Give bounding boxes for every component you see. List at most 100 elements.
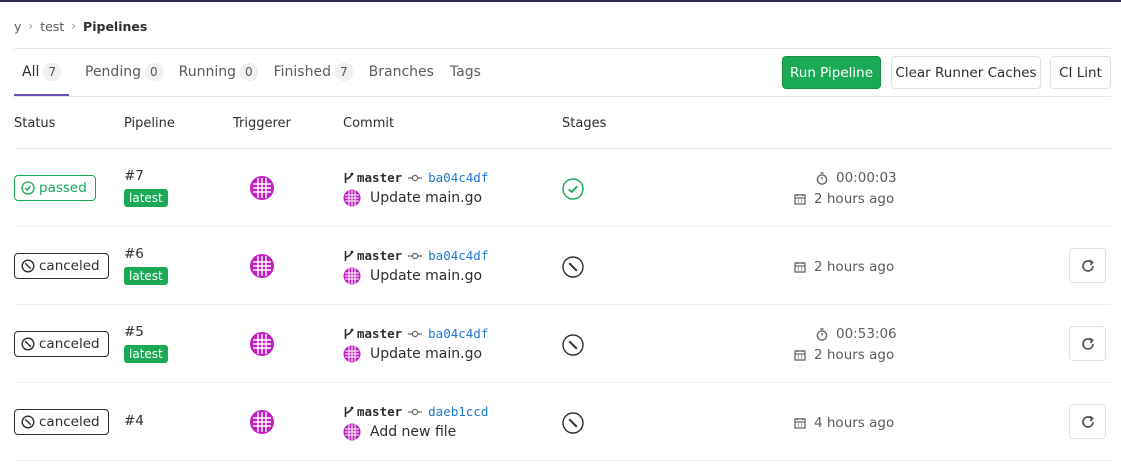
tab-branches[interactable]: Branches [369, 49, 434, 95]
branch-name[interactable]: master [357, 170, 402, 185]
finished-time: 2 hours ago [794, 259, 894, 275]
duration-value: 00:53:06 [836, 326, 897, 342]
tab-pending-count: 0 [144, 63, 163, 81]
calendar-icon [794, 194, 806, 205]
retry-button[interactable] [1069, 248, 1106, 283]
commit-ref: master daeb1ccd [343, 404, 488, 419]
retry-icon [1081, 336, 1094, 350]
cancel-icon [21, 337, 35, 351]
breadcrumb-item-group[interactable]: y [14, 19, 21, 34]
commit-message: Update main.go [343, 267, 482, 285]
stage-canceled-icon[interactable] [562, 334, 584, 356]
commit-title-link[interactable]: Update main.go [370, 268, 482, 284]
pipeline-id-link[interactable]: #4 [124, 413, 144, 429]
latest-badge: latest [124, 345, 168, 363]
run-pipeline-button[interactable]: Run Pipeline [782, 56, 881, 89]
commit-sha-link[interactable]: ba04c4df [428, 170, 488, 185]
tab-finished-count: 7 [334, 63, 353, 81]
finished-time-value: 2 hours ago [814, 259, 895, 275]
cancel-icon [21, 259, 35, 273]
duration-value: 00:00:03 [836, 170, 897, 186]
triggerer-avatar[interactable] [249, 409, 275, 435]
commit-message: Update main.go [343, 345, 482, 363]
calendar-icon [794, 262, 806, 273]
commit-title-link[interactable]: Update main.go [370, 346, 482, 362]
commit-icon [408, 330, 423, 337]
commit-author-avatar[interactable] [343, 189, 361, 207]
pipeline-id-link[interactable]: #5 [124, 324, 144, 340]
ci-lint-button[interactable]: CI Lint [1050, 56, 1111, 89]
tab-tags-label: Tags [449, 64, 481, 80]
column-header-commit: Commit [343, 116, 395, 131]
column-header-stages: Stages [562, 116, 607, 131]
commit-sha-link[interactable]: ba04c4df [428, 248, 488, 263]
commit-message: Add new file [343, 423, 456, 441]
commit-title-link[interactable]: Add new file [370, 424, 456, 440]
latest-badge: latest [124, 267, 168, 285]
column-header-pipeline: Pipeline [124, 116, 175, 131]
pipeline-id-link[interactable]: #6 [124, 246, 144, 262]
tab-running[interactable]: Running 0 [179, 49, 258, 95]
status-badge-passed[interactable]: passed [14, 175, 96, 201]
tab-all[interactable]: All 7 [14, 49, 69, 96]
tab-running-count: 0 [239, 63, 258, 81]
branch-icon [344, 328, 354, 339]
row-divider [14, 460, 1111, 461]
status-label: canceled [39, 414, 100, 430]
commit-author-avatar[interactable] [343, 423, 361, 441]
commit-author-avatar[interactable] [343, 267, 361, 285]
commit-sha-link[interactable]: daeb1ccd [428, 404, 488, 419]
branch-name[interactable]: master [357, 326, 402, 341]
column-header-status: Status [14, 116, 56, 131]
finished-time-value: 2 hours ago [814, 347, 895, 363]
finished-time: 2 hours ago [794, 347, 894, 363]
calendar-icon [794, 418, 806, 429]
tab-all-label: All [22, 64, 40, 80]
branch-name[interactable]: master [357, 248, 402, 263]
clear-runner-caches-button[interactable]: Clear Runner Caches [891, 56, 1041, 89]
commit-sha-link[interactable]: ba04c4df [428, 326, 488, 341]
commit-icon [408, 174, 423, 181]
timer-icon [816, 171, 828, 185]
pipeline-id-link[interactable]: #7 [124, 168, 144, 184]
check-circle-icon [21, 181, 35, 195]
tab-tags[interactable]: Tags [450, 49, 481, 95]
triggerer-avatar[interactable] [249, 175, 275, 201]
tab-pending[interactable]: Pending 0 [85, 49, 163, 95]
tab-finished[interactable]: Finished 7 [274, 49, 353, 95]
duration: 00:00:03 [816, 170, 897, 186]
pipeline-row: passed #7 latest master ba04c4df Update … [14, 149, 1111, 227]
branch-icon [344, 250, 354, 261]
breadcrumb-current[interactable]: Pipelines [83, 19, 147, 34]
status-label: canceled [39, 336, 100, 352]
pipeline-row: canceled #4 master daeb1ccd Add new file… [14, 383, 1111, 461]
status-badge-canceled[interactable]: canceled [14, 331, 109, 357]
commit-title-link[interactable]: Update main.go [370, 190, 482, 206]
latest-badge: latest [124, 189, 168, 207]
tab-pending-label: Pending [85, 64, 141, 80]
commit-ref: master ba04c4df [343, 170, 488, 185]
stage-canceled-icon[interactable] [562, 256, 584, 278]
status-badge-canceled[interactable]: canceled [14, 409, 109, 435]
triggerer-avatar[interactable] [249, 253, 275, 279]
branch-name[interactable]: master [357, 404, 402, 419]
status-label: canceled [39, 258, 100, 274]
status-label: passed [39, 180, 87, 196]
top-accent-bar [0, 0, 1121, 2]
timer-icon [816, 327, 828, 341]
stage-success-icon[interactable] [562, 178, 584, 200]
status-badge-canceled[interactable]: canceled [14, 253, 109, 279]
breadcrumb-item-project[interactable]: test [40, 19, 64, 34]
triggerer-avatar[interactable] [249, 331, 275, 357]
finished-time: 2 hours ago [794, 191, 894, 207]
retry-button[interactable] [1069, 404, 1106, 439]
calendar-icon [794, 350, 806, 361]
column-header-triggerer: Triggerer [233, 116, 291, 131]
tabs-divider [14, 96, 1111, 97]
cancel-icon [21, 415, 35, 429]
tab-running-label: Running [178, 64, 236, 80]
commit-author-avatar[interactable] [343, 345, 361, 363]
finished-time-value: 2 hours ago [814, 191, 895, 207]
stage-canceled-icon[interactable] [562, 412, 584, 434]
retry-button[interactable] [1069, 326, 1106, 361]
